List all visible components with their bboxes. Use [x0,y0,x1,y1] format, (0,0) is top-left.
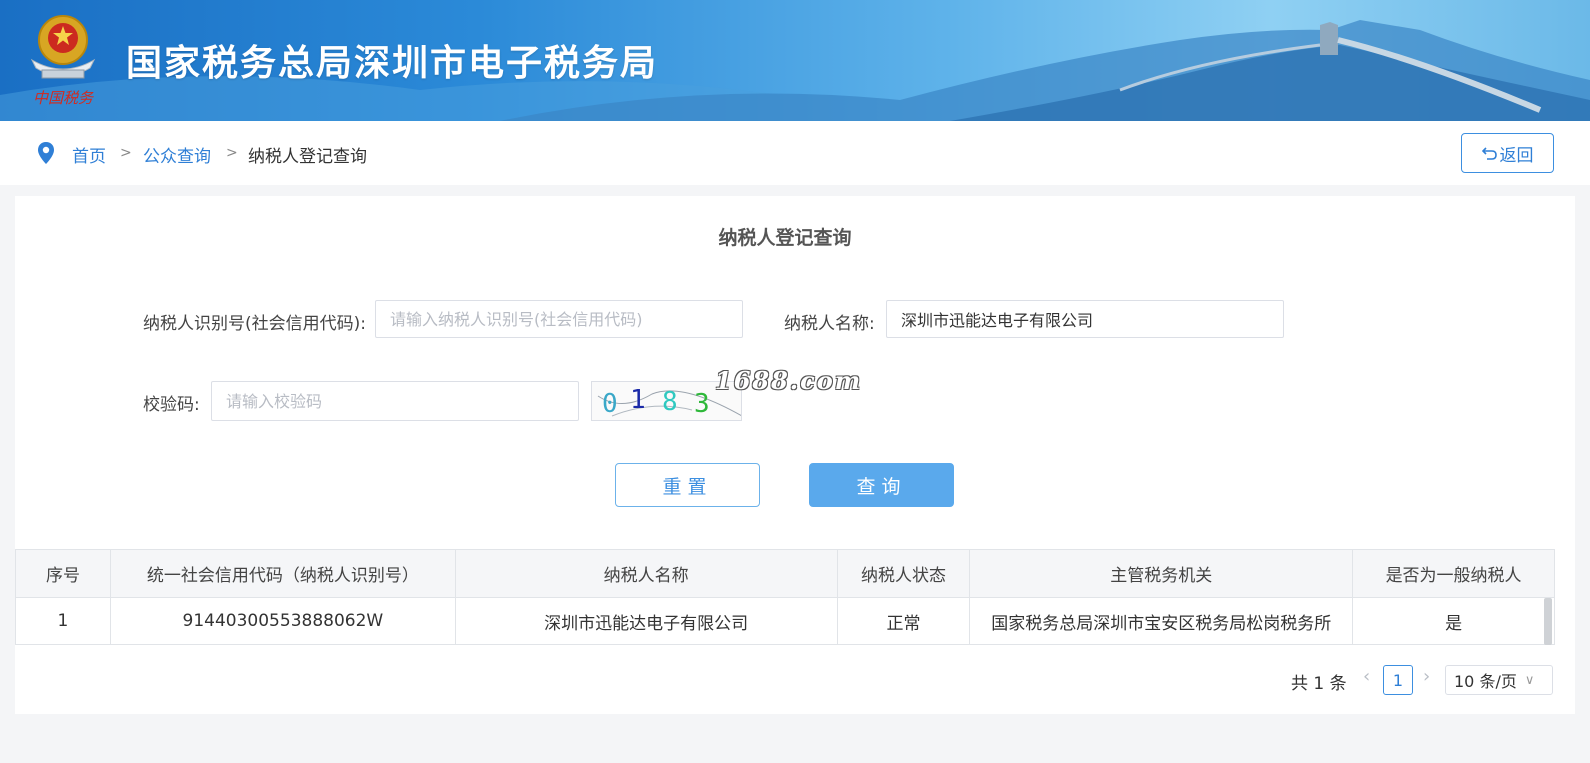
captcha-char-2: 1 [630,385,646,415]
breadcrumb-separator: > [226,145,238,161]
cell-general-taxpayer: 是 [1352,597,1555,645]
chevron-down-icon: ∨ [1524,672,1535,688]
pagination-total: 共 1 条 [1291,674,1347,694]
back-button[interactable]: 返回 [1461,133,1554,173]
breadcrumb-separator: > [120,145,132,161]
cell-status: 正常 [836,597,971,645]
column-header-status: 纳税人状态 [836,549,971,598]
undo-arrow-icon [1481,147,1497,160]
taxpayer-name-label: 纳税人名称: [784,314,875,334]
table-header-row: 序号 统一社会信用代码（纳税人识别号） 纳税人名称 纳税人状态 主管税务机关 是… [15,549,1555,598]
page-size-value: 10 条/页 [1454,672,1517,691]
emblem-caption: 中国税务 [33,89,95,107]
query-button[interactable]: 查询 [809,463,954,507]
location-pin-icon [38,142,54,164]
site-title: 国家税务总局深圳市电子税务局 [126,43,659,84]
captcha-input[interactable] [211,381,579,421]
captcha-label: 校验码: [143,395,200,415]
taxpayer-id-label: 纳税人识别号(社会信用代码): [143,314,366,334]
taxpayer-id-input[interactable] [375,300,743,338]
breadcrumb-current: 纳税人登记查询 [248,147,367,167]
next-page-icon[interactable]: › [1423,666,1430,687]
captcha-char-3: 8 [662,387,678,417]
column-header-tax-authority: 主管税务机关 [969,549,1354,598]
table-row[interactable]: 1 91440300553888062W 深圳市迅能达电子有限公司 正常 国家税… [15,597,1555,645]
form-title: 纳税人登记查询 [718,227,852,249]
breadcrumb-bar: 首页 > 公众查询 > 纳税人登记查询 返回 [0,121,1590,185]
page-size-select[interactable]: 10 条/页 ∨ [1445,665,1553,695]
result-table: 序号 统一社会信用代码（纳税人识别号） 纳税人名称 纳税人状态 主管税务机关 是… [15,549,1555,645]
captcha-char-4: 3 [694,389,710,419]
captcha-char-1: 0 [602,389,618,419]
cell-credit-code: 91440300553888062W [109,597,456,645]
column-header-general-taxpayer: 是否为一般纳税人 [1352,549,1555,598]
back-button-label: 返回 [1499,145,1534,166]
column-header-credit-code: 统一社会信用代码（纳税人识别号） [109,549,456,598]
prev-page-icon[interactable]: ‹ [1363,666,1370,687]
breadcrumb-home[interactable]: 首页 [72,142,106,167]
column-header-index: 序号 [15,549,111,598]
header-banner: 中国税务 国家税务总局深圳市电子税务局 [0,0,1590,121]
tax-emblem-logo: 中国税务 [30,15,96,107]
taxpayer-name-input[interactable] [886,300,1284,338]
table-scrollbar[interactable] [1544,598,1552,645]
cell-taxpayer-name: 深圳市迅能达电子有限公司 [454,597,838,645]
query-panel: 纳税人登记查询 纳税人识别号(社会信用代码): 纳税人名称: 校验码: 0 1 … [15,196,1575,714]
watermark-text: 1688.com [715,366,863,395]
cell-tax-authority: 国家税务总局深圳市宝安区税务局松岗税务所 [969,597,1354,645]
column-header-taxpayer-name: 纳税人名称 [454,549,838,598]
breadcrumb-public-query[interactable]: 公众查询 [143,142,211,167]
reset-button[interactable]: 重置 [615,463,760,507]
pagination-page-1[interactable]: 1 [1383,665,1413,695]
cell-index: 1 [15,597,111,645]
